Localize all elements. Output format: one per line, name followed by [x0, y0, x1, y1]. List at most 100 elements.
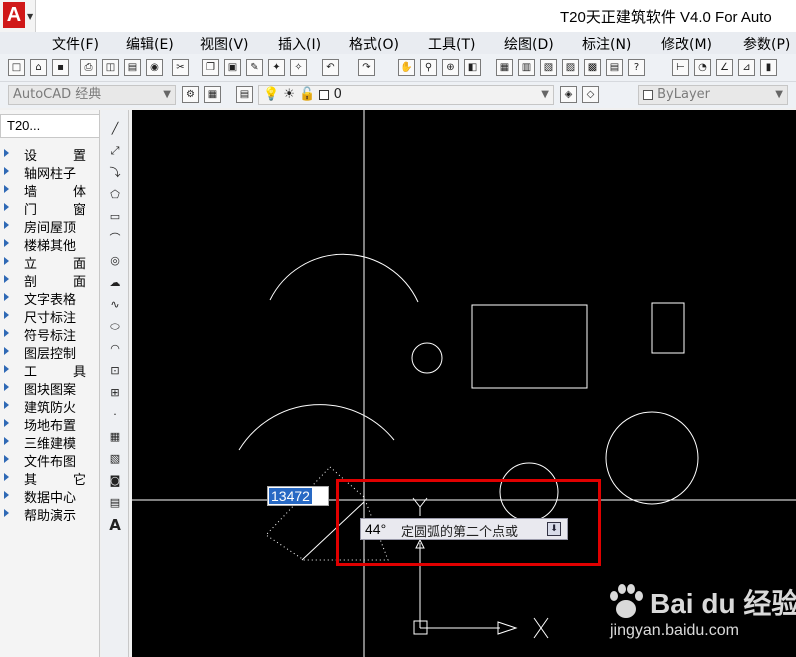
print-icon[interactable]: ⎙ [80, 59, 97, 76]
gradient-icon[interactable]: ▧ [105, 450, 125, 468]
t20-menu-item-label: 门窗 [24, 203, 86, 218]
drawing-canvas[interactable]: 13472 44° 定圆弧的第二个点或 ⬇ [132, 110, 796, 657]
insert-block-icon[interactable]: ✧ [290, 59, 307, 76]
t20-menu-item[interactable]: 文字表格 [2, 289, 98, 308]
undo-icon[interactable]: ↶ [322, 59, 339, 76]
workspace-save-icon[interactable]: ▦ [204, 86, 221, 103]
menu-format[interactable]: 格式(O) [349, 34, 399, 54]
zoom-window-icon[interactable]: ⊕ [442, 59, 459, 76]
calculator-icon[interactable]: ▤ [606, 59, 623, 76]
t20-menu-item[interactable]: 房间屋顶 [2, 217, 98, 236]
t20-menu-item[interactable]: 图块图案 [2, 379, 98, 398]
menu-modify[interactable]: 修改(M) [661, 34, 712, 54]
cut-icon[interactable]: ✂ [172, 59, 189, 76]
ellipse-arc-icon[interactable]: ◠ [105, 340, 125, 358]
insert-block-icon[interactable]: ⊡ [105, 362, 125, 380]
t20-menu-item[interactable]: 设置 [2, 145, 98, 164]
t20-menu-item[interactable]: 三维建模 [2, 433, 98, 452]
line-icon[interactable]: ╱ [105, 120, 125, 138]
t20-menu-item[interactable]: 图层控制 [2, 343, 98, 362]
menu-view[interactable]: 视图(V) [200, 34, 249, 54]
make-current-layer-icon[interactable]: ◈ [560, 86, 577, 103]
t20-menu-item[interactable]: 楼梯其他 [2, 235, 98, 254]
menu-edit[interactable]: 编辑(E) [126, 34, 174, 54]
t20-menu-item[interactable]: 数据中心 [2, 487, 98, 506]
layer-manager-icon[interactable]: ▤ [236, 86, 253, 103]
menu-dimension[interactable]: 标注(N) [582, 34, 631, 54]
ordinate-dim-icon[interactable]: ⊿ [738, 59, 755, 76]
linetype-dropdown[interactable]: ByLayer ▼ [638, 85, 788, 105]
t20-menu-item[interactable]: 场地布置 [2, 415, 98, 434]
sheet-set-icon[interactable]: ▨ [562, 59, 579, 76]
arc-icon[interactable]: ⌒ [105, 230, 125, 248]
properties-icon[interactable]: ▦ [496, 59, 513, 76]
redo-icon[interactable]: ↷ [358, 59, 375, 76]
linear-dim-icon[interactable]: ⊢ [672, 59, 689, 76]
expand-triangle-icon [4, 167, 9, 175]
help-icon[interactable]: ? [628, 59, 645, 76]
paste-icon[interactable]: ▣ [224, 59, 241, 76]
table-icon[interactable]: ▤ [105, 494, 125, 512]
t20-menu-item[interactable]: 立面 [2, 253, 98, 272]
dim-style-icon[interactable]: ▮ [760, 59, 777, 76]
multiline-text-icon[interactable]: A [105, 516, 125, 534]
t20-menu-item[interactable]: 尺寸标注 [2, 307, 98, 326]
t20-menu-item[interactable]: 符号标注 [2, 325, 98, 344]
match-properties-icon[interactable]: ✎ [246, 59, 263, 76]
menu-draw[interactable]: 绘图(D) [504, 34, 554, 54]
menu-file[interactable]: 文件(F) [52, 34, 99, 54]
design-center-icon[interactable]: ▥ [518, 59, 535, 76]
point-icon[interactable]: · [105, 406, 125, 424]
revision-cloud-icon[interactable]: ☁ [105, 274, 125, 292]
layer-previous-icon[interactable]: ◇ [582, 86, 599, 103]
save-icon[interactable]: ▪ [52, 59, 69, 76]
expand-triangle-icon [4, 491, 9, 499]
hatch-icon[interactable]: ▦ [105, 428, 125, 446]
menu-parameters[interactable]: 参数(P) [743, 34, 790, 54]
t20-menu-item[interactable]: 帮助演示 [2, 505, 98, 524]
t20-menu-item[interactable]: 建筑防火 [2, 397, 98, 416]
t20-menu-item[interactable]: 门窗 [2, 199, 98, 218]
construction-line-icon[interactable]: ⤢ [105, 142, 125, 160]
expand-triangle-icon [4, 509, 9, 517]
polygon-icon[interactable]: ⬠ [105, 186, 125, 204]
plot-icon[interactable]: ◉ [146, 59, 163, 76]
application-menu-button[interactable]: A ▼ [0, 0, 36, 34]
workspace-settings-icon[interactable]: ⚙ [182, 86, 199, 103]
zoom-realtime-icon[interactable]: ⚲ [420, 59, 437, 76]
copy-icon[interactable]: ❐ [202, 59, 219, 76]
new-file-icon[interactable]: □ [8, 59, 25, 76]
highlight-annotation-box [336, 479, 601, 566]
t20-menu-item[interactable]: 其它 [2, 469, 98, 488]
menu-tools[interactable]: 工具(T) [428, 34, 475, 54]
ellipse-icon[interactable]: ⬭ [105, 318, 125, 336]
layer-color-swatch [319, 89, 330, 100]
workspace-dropdown[interactable]: AutoCAD 经典 ▼ [8, 85, 176, 105]
pan-icon[interactable]: ✋ [398, 59, 415, 76]
block-editor-icon[interactable]: ✦ [268, 59, 285, 76]
print-preview-icon[interactable]: ◫ [102, 59, 119, 76]
menu-insert[interactable]: 插入(I) [278, 34, 321, 54]
radius-dim-icon[interactable]: ◔ [694, 59, 711, 76]
circle-icon[interactable]: ◎ [105, 252, 125, 270]
layer-dropdown[interactable]: 💡 ☀ 🔓 0 ▼ [258, 85, 554, 105]
rectangle-icon[interactable]: ▭ [105, 208, 125, 226]
markup-icon[interactable]: ▩ [584, 59, 601, 76]
t20-menu-item[interactable]: 文件布图 [2, 451, 98, 470]
make-block-icon[interactable]: ⊞ [105, 384, 125, 402]
dynamic-input-field[interactable]: 13472 [267, 486, 329, 506]
spline-icon[interactable]: ∿ [105, 296, 125, 314]
region-icon[interactable]: ◙ [105, 472, 125, 490]
t20-menu-item[interactable]: 工具 [2, 361, 98, 380]
t20-menu-item-label: 帮助演示 [24, 509, 77, 524]
publish-icon[interactable]: ▤ [124, 59, 141, 76]
t20-menu-item[interactable]: 墙体 [2, 181, 98, 200]
angle-dim-icon[interactable]: ∠ [716, 59, 733, 76]
zoom-previous-icon[interactable]: ◧ [464, 59, 481, 76]
t20-menu-item[interactable]: 轴网柱子 [2, 163, 98, 182]
tool-palettes-icon[interactable]: ▧ [540, 59, 557, 76]
t20-menu-item-label: 符号标注 [24, 329, 77, 344]
polyline-icon[interactable]: ⤵ [105, 164, 125, 182]
open-file-icon[interactable]: ⌂ [30, 59, 47, 76]
t20-menu-item[interactable]: 剖面 [2, 271, 98, 290]
